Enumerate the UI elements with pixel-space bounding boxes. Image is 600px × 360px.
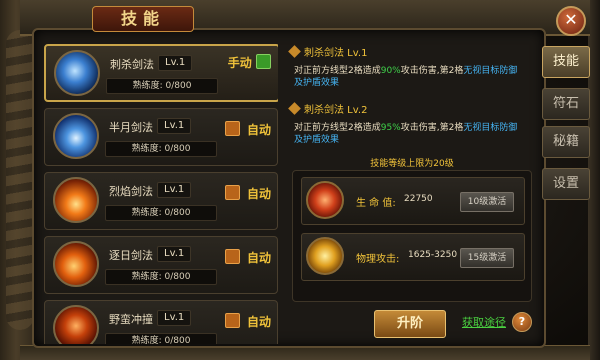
checkbox-icon — [224, 121, 240, 136]
skill-card-1[interactable]: 半月剑法 Lv.1 熟练度: 0/800 自动 — [44, 108, 278, 166]
skill-level: Lv.1 — [157, 310, 192, 326]
skill-card-2[interactable]: 烈焰剑法 Lv.1 熟练度: 0/800 自动 — [44, 172, 278, 230]
checkbox-icon — [224, 185, 240, 200]
proficiency-value: 0/800 — [164, 272, 191, 282]
proficiency-label: 熟练度: — [131, 272, 162, 282]
level-2-title: 刺杀剑法 Lv.2 — [304, 101, 536, 116]
desc-text: 对正前方线型2格造成 — [294, 123, 381, 133]
window-title: 技能 — [92, 6, 194, 32]
attack-flame-icon — [306, 237, 344, 275]
flame-sword-icon — [53, 177, 99, 223]
mode-label: 自动 — [246, 123, 271, 137]
mode-label: 手动 — [227, 56, 252, 70]
tab-skills[interactable]: 技能 — [542, 46, 590, 78]
mode-label: 自动 — [246, 251, 271, 265]
tab-runestones[interactable]: 符石 — [542, 88, 590, 120]
checkbox-icon — [224, 249, 240, 264]
upgrade-button[interactable]: 升阶 — [374, 310, 446, 338]
desc-text: 对正前方线型2格造成 — [294, 66, 381, 76]
tab-settings[interactable]: 设置 — [542, 168, 590, 200]
proficiency-label: 熟练度: — [132, 81, 163, 91]
desc-text: 攻击伤害,第2格 — [400, 66, 464, 76]
damage-percent: 95% — [380, 123, 401, 133]
sword-thrust-icon — [54, 50, 100, 96]
stat-label: 生 命 值: — [356, 198, 396, 209]
half-moon-slash-icon — [53, 113, 99, 159]
savage-charge-icon — [53, 305, 99, 344]
stat-value: 22750 — [404, 194, 433, 204]
skill-level: Lv.1 — [157, 246, 192, 262]
tab-secret-books[interactable]: 秘籍 — [542, 126, 590, 158]
proficiency-value: 0/800 — [165, 81, 192, 91]
skill-proficiency: 熟练度: 0/800 — [106, 78, 218, 94]
ignore-defense-text: 无视目标防御 — [463, 66, 518, 76]
skill-proficiency: 熟练度: 0/800 — [105, 141, 217, 157]
skill-level: Lv.1 — [157, 182, 192, 198]
mode-toggle[interactable]: 自动 — [224, 121, 271, 138]
skill-card-0[interactable]: 刺杀剑法 Lv.1 熟练度: 0/800 手动 — [44, 44, 278, 102]
mode-toggle[interactable]: 自动 — [224, 313, 271, 330]
checkbox-icon — [256, 54, 271, 69]
proficiency-label: 熟练度: — [131, 336, 162, 344]
skill-proficiency: 熟练度: 0/800 — [105, 269, 217, 285]
close-icon: ✕ — [564, 10, 578, 29]
skill-proficiency: 熟练度: 0/800 — [105, 205, 217, 221]
shield-effect-text: 及护盾效果 — [294, 78, 340, 88]
skill-name: 半月剑法 — [109, 121, 153, 134]
skill-level: Lv.1 — [158, 55, 193, 71]
skill-detail: 刺杀剑法 Lv.1 对正前方线型2格造成90%攻击伤害,第2格无视目标防御 及护盾… — [288, 44, 536, 169]
close-button[interactable]: ✕ — [556, 6, 586, 36]
mode-toggle[interactable]: 自动 — [224, 185, 271, 202]
mode-label: 自动 — [246, 315, 271, 329]
level-1-description: 对正前方线型2格造成90%攻击伤害,第2格无视目标防御及护盾效果 — [294, 65, 536, 89]
sun-chaser-icon — [53, 241, 99, 287]
activate-button[interactable]: 15级激活 — [460, 248, 514, 268]
activate-button[interactable]: 10级激活 — [460, 192, 514, 212]
skill-name: 刺杀剑法 — [110, 58, 154, 71]
skill-window: 技能 ✕ 刺杀剑法 Lv.1 熟练度: 0/800 手动 半月剑法 Lv.1 熟… — [0, 0, 600, 360]
help-button[interactable]: ? — [512, 312, 532, 332]
checkbox-icon — [224, 313, 240, 328]
level-cap-note: 技能等级上限为20级 — [370, 159, 454, 169]
stat-bonus-panel: 生 命 值: 22750 10级激活 物理攻击: 1625-3250 15级激活 — [292, 170, 532, 302]
damage-percent: 90% — [380, 66, 401, 76]
mode-toggle[interactable]: 手动 — [228, 54, 274, 71]
skill-name: 逐日剑法 — [109, 249, 153, 262]
skill-level: Lv.1 — [157, 118, 192, 134]
hp-dragon-icon — [306, 181, 344, 219]
stat-row-attack: 物理攻击: 1625-3250 15级激活 — [301, 233, 525, 281]
skill-list[interactable]: 刺杀剑法 Lv.1 熟练度: 0/800 手动 半月剑法 Lv.1 熟练度: 0… — [44, 44, 278, 344]
mode-toggle[interactable]: 自动 — [224, 249, 271, 266]
ignore-defense-text: 无视目标防御 — [463, 123, 518, 133]
skill-name: 野蛮冲撞 — [109, 313, 153, 326]
mode-label: 自动 — [246, 187, 271, 201]
stat-label: 物理攻击: — [356, 254, 400, 265]
level-2-description: 对正前方线型2格造成95%攻击伤害,第2格无视目标防御及护盾效果 — [294, 122, 536, 146]
stat-value: 1625-3250 — [408, 250, 458, 260]
stat-row-hp: 生 命 值: 22750 10级激活 — [301, 177, 525, 225]
level-1-title: 刺杀剑法 Lv.1 — [304, 44, 536, 59]
proficiency-value: 0/800 — [164, 336, 191, 344]
proficiency-value: 0/800 — [164, 144, 191, 154]
proficiency-label: 熟练度: — [131, 144, 162, 154]
get-path-link[interactable]: 获取途径 — [462, 314, 506, 330]
proficiency-value: 0/800 — [164, 208, 191, 218]
desc-text: 攻击伤害,第2格 — [400, 123, 464, 133]
shield-effect-text: 及护盾效果 — [294, 135, 340, 145]
proficiency-label: 熟练度: — [131, 208, 162, 218]
skill-name: 烈焰剑法 — [109, 185, 153, 198]
skill-card-3[interactable]: 逐日剑法 Lv.1 熟练度: 0/800 自动 — [44, 236, 278, 294]
skill-proficiency: 熟练度: 0/800 — [105, 333, 217, 344]
skill-card-4[interactable]: 野蛮冲撞 Lv.1 熟练度: 0/800 自动 — [44, 300, 278, 344]
